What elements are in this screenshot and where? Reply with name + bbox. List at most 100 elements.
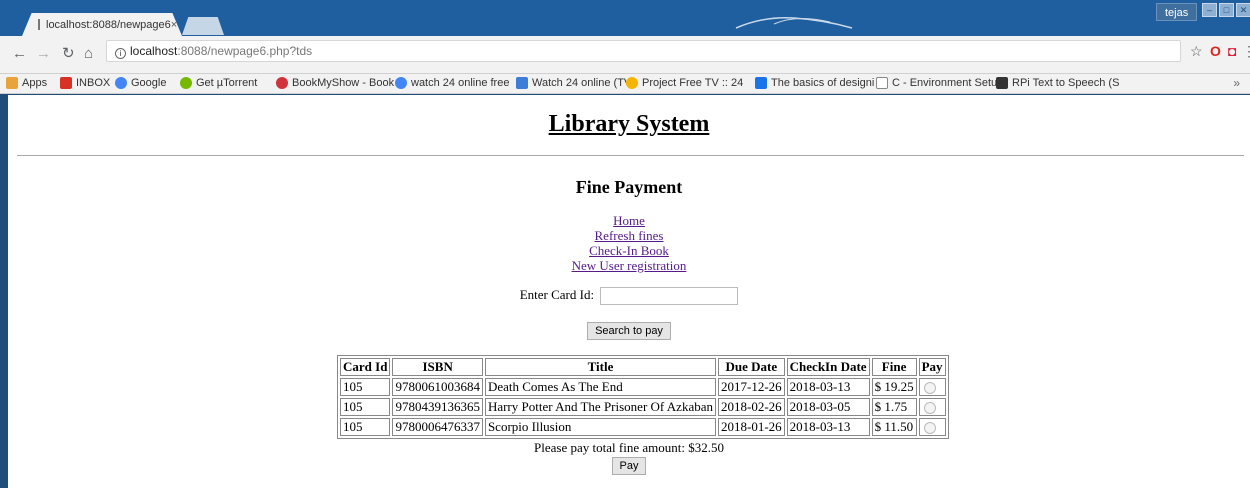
title-cell: Scorpio Illusion [484,418,716,436]
bookmark-rpi-tts[interactable]: RPi Text to Speech (S [996,77,1119,89]
bookmark-projectfreetv[interactable]: Project Free TV :: 24 [626,77,743,89]
bookmarks-overflow-icon[interactable]: » [1233,76,1240,90]
new-tab-button[interactable] [182,17,224,35]
apps-grid-icon [6,77,18,89]
total-fine-text: Please pay total fine amount: $32.50 [534,440,724,455]
info-icon[interactable]: i [115,48,126,59]
pay-wrap: Pay [8,456,1250,475]
forward-arrow-icon[interactable]: → [36,46,51,62]
bookmark-apps[interactable]: Apps [6,77,47,89]
due-date-cell: 2018-01-26 [717,418,785,436]
pay-button[interactable]: Pay [611,457,647,475]
search-wrap: Search to pay [8,321,1250,340]
pocket-extension-icon[interactable]: ◘ [1228,44,1236,58]
browser-tab[interactable]: localhost:8088/newpage6 × [22,13,182,36]
column-header: Card Id [340,358,391,376]
table-row: 105 9780006476337 Scorpio Illusion 2018-… [340,418,946,436]
linux-penguin-icon [996,77,1008,89]
fine-cell: $ 11.50 [871,418,917,436]
table-header-row: Card Id ISBN Title Due Date CheckIn Date… [340,358,946,376]
refresh-fines-link[interactable]: Refresh fines [8,228,1250,243]
tab-close-icon[interactable]: × [171,19,177,31]
table-row: 105 9780061003684 Death Comes As The End… [340,378,946,396]
title-cell: Death Comes As The End [484,378,716,396]
checkin-date-cell: 2018-03-13 [786,378,870,396]
section-title: Fine Payment [575,177,683,197]
page-content: Library System Fine Payment Home Refresh… [8,95,1250,488]
utorrent-icon [180,77,192,89]
page-title: Library System [548,111,710,137]
pay-cell [918,378,946,396]
bookmyshow-icon [276,77,288,89]
address-bar[interactable]: i localhost:8088/newpage6.php?tds [106,40,1181,62]
home-icon[interactable]: ⌂ [84,46,93,62]
pay-radio[interactable] [923,402,936,415]
isbn-cell: 9780006476337 [392,418,483,436]
table-row: 105 9780439136365 Harry Potter And The P… [340,398,946,416]
browser-toolbar: ← → ↻ ⌂ i localhost:8088/newpage6.php?tds… [0,36,1250,74]
card-id-label: Enter Card Id: [519,287,595,302]
column-header: Due Date [717,358,785,376]
doc-icon [755,77,767,89]
new-user-registration-link[interactable]: New User registration [8,258,1250,273]
page-icon [38,19,40,30]
projectfreetv-icon [626,77,638,89]
minimize-icon[interactable]: – [1202,3,1217,17]
pay-radio[interactable] [923,382,936,395]
bookmark-bookmyshow[interactable]: BookMyShow - Book [276,77,394,89]
nav-links: Home Refresh fines Check-In Book New Use… [8,213,1250,273]
profile-user-chip[interactable]: tejas [1156,3,1198,21]
card-id-cell: 105 [340,398,391,416]
check-in-book-link[interactable]: Check-In Book [8,243,1250,258]
card-id-input[interactable] [600,287,739,306]
home-link[interactable]: Home [8,213,1250,228]
car-logo-icon [735,16,853,29]
column-header: Fine [871,358,917,376]
checkin-date-cell: 2018-03-13 [786,418,870,436]
window-title-bar: localhost:8088/newpage6 × tejas – □ ✕ [0,0,1250,36]
google-icon [395,77,407,89]
bookmarks-bar: Apps INBOX Google Get µTorrent BookMySho… [0,74,1250,94]
tv-icon [516,77,528,89]
title-cell: Harry Potter And The Prisoner Of Azkaban [484,398,716,416]
pay-cell [918,398,946,416]
column-header: Pay [918,358,946,376]
bookmark-basics-design[interactable]: The basics of designi [755,77,874,89]
page-icon [876,77,888,89]
pay-radio[interactable] [923,422,936,435]
maximize-icon[interactable]: □ [1219,3,1234,17]
bookmark-utorrent[interactable]: Get µTorrent [180,77,257,89]
fine-cell: $ 19.25 [871,378,917,396]
card-id-cell: 105 [340,418,391,436]
bookmark-c-environment[interactable]: C - Environment Setu [876,77,997,89]
back-arrow-icon[interactable]: ← [12,46,27,62]
column-header: ISBN [392,358,483,376]
fines-table: Card Id ISBN Title Due Date CheckIn Date… [337,355,949,439]
bookmark-google[interactable]: Google [115,77,166,89]
bookmark-inbox[interactable]: INBOX [60,77,110,89]
search-to-pay-button[interactable]: Search to pay [587,322,671,340]
bookmark-watch24-free[interactable]: watch 24 online free [395,77,509,89]
bookmark-star-icon[interactable]: ☆ [1190,44,1203,58]
url-path: :8088/newpage6.php?tds [177,44,313,58]
google-icon [115,77,127,89]
url-host: localhost [130,44,178,58]
bookmark-watch24-tv[interactable]: Watch 24 online (TV [516,77,631,89]
divider [17,155,1244,156]
fine-cell: $ 1.75 [871,398,917,416]
due-date-cell: 2018-02-26 [717,398,785,416]
isbn-cell: 9780061003684 [392,378,483,396]
isbn-cell: 9780439136365 [392,398,483,416]
window-controls: – □ ✕ [1202,3,1250,17]
pay-cell [918,418,946,436]
column-header: Title [484,358,716,376]
opera-extension-icon[interactable]: O [1210,44,1221,58]
tab-title: localhost:8088/newpage6 [46,18,171,31]
menu-kebab-icon[interactable]: ⋮ [1242,44,1250,58]
card-id-row: Enter Card Id: [8,287,1250,306]
checkin-date-cell: 2018-03-05 [786,398,870,416]
column-header: CheckIn Date [786,358,870,376]
close-window-icon[interactable]: ✕ [1236,3,1250,17]
reload-icon[interactable]: ↻ [62,46,75,62]
card-id-cell: 105 [340,378,391,396]
